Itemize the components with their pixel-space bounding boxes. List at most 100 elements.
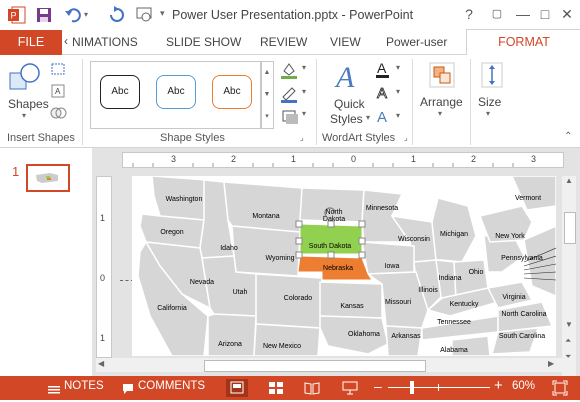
scroll-left-icon[interactable]: ◀ [98, 359, 104, 368]
arrange-button[interactable]: Arrange [420, 95, 463, 109]
scroll-thumb[interactable] [204, 360, 426, 372]
state-label: New York [495, 233, 525, 240]
dropdown-icon[interactable]: ▾ [396, 63, 400, 72]
ribbon-separator [82, 59, 83, 145]
shapes-button[interactable]: Shapes [8, 97, 49, 111]
tab-format[interactable]: FORMAT [466, 29, 580, 56]
state-label: Oregon [160, 229, 183, 236]
tab-view[interactable]: VIEW [330, 30, 361, 54]
dropdown-icon[interactable]: ▾ [396, 87, 400, 96]
next-slide-icon[interactable]: ⏷ [565, 352, 571, 362]
comments-icon[interactable] [122, 382, 134, 394]
zoom-out-button[interactable]: – [374, 378, 382, 394]
slide-show-icon[interactable] [342, 381, 358, 395]
customize-toolbar-icon[interactable]: ▾ [160, 8, 165, 19]
dialog-launcher-icon[interactable]: ⌟ [300, 133, 304, 142]
tab-power-user[interactable]: Power-user [386, 30, 447, 54]
svg-text:A: A [377, 60, 387, 76]
shape-fill-icon[interactable] [280, 61, 300, 79]
state-label: Illinois [418, 287, 438, 294]
notes-button[interactable]: NOTES [64, 380, 104, 392]
reading-view-icon[interactable] [304, 381, 320, 395]
quick-styles-icon[interactable]: A [334, 59, 364, 94]
shape-effects-icon[interactable] [280, 107, 300, 125]
text-fill-icon[interactable]: A [374, 59, 394, 79]
edit-shape-icon[interactable] [50, 61, 68, 77]
size-button[interactable]: Size [478, 95, 501, 109]
shapes-dropdown-icon[interactable]: ▾ [22, 111, 26, 120]
size-icon[interactable] [480, 61, 504, 89]
quick-styles-dropdown-icon[interactable]: ▾ [366, 113, 370, 122]
zoom-slider-track[interactable] [388, 387, 490, 388]
slide-thumbnail[interactable] [26, 164, 70, 192]
maximize-button[interactable]: □ [534, 4, 556, 24]
gallery-scroll[interactable]: ▲ ▼ ▾ [260, 61, 274, 129]
state-label: Kansas [340, 303, 364, 310]
zoom-level[interactable]: 60% [512, 380, 535, 392]
dropdown-icon[interactable]: ▾ [302, 109, 306, 118]
state-label: Ohio [469, 269, 484, 276]
ribbon-display-button[interactable]: ▢ [486, 4, 508, 24]
state-label: Indiana [439, 275, 462, 282]
zoom-slider-thumb[interactable] [410, 381, 414, 394]
selected-state-label: South Dakota [309, 243, 352, 250]
slide-sorter-icon[interactable] [268, 381, 284, 395]
present-icon[interactable] [136, 6, 154, 24]
tab-slide-show[interactable]: SLIDE SHOW [166, 30, 241, 54]
text-box-icon[interactable]: A [50, 83, 68, 99]
previous-slide-icon[interactable]: ⏶ [565, 336, 571, 346]
scroll-down-icon[interactable]: ▼ [565, 320, 573, 329]
zoom-in-button[interactable]: + [494, 377, 503, 394]
dropdown-icon[interactable]: ▾ [396, 111, 400, 120]
shape-style-blue[interactable]: Abc [156, 75, 196, 109]
collapse-ribbon-icon[interactable]: ⌃ [564, 131, 572, 142]
tab-animations[interactable]: NIMATIONS [72, 30, 138, 54]
ruler-mark: 1 [411, 154, 417, 164]
merge-shapes-icon[interactable] [50, 105, 68, 121]
close-button[interactable]: ✕ [556, 4, 578, 24]
scroll-up-icon[interactable]: ▲ [565, 176, 573, 185]
arrange-dropdown-icon[interactable]: ▾ [438, 109, 442, 118]
minimize-button[interactable]: — [512, 4, 534, 24]
help-button[interactable]: ? [458, 4, 480, 24]
undo-dropdown-icon[interactable]: ▾ [84, 10, 88, 19]
normal-view-icon[interactable] [226, 379, 248, 397]
tab-file[interactable]: FILE [0, 30, 62, 55]
dropdown-icon[interactable]: ▾ [302, 87, 306, 96]
state-label: Alabama [440, 347, 468, 354]
ruler-mark: 0 [351, 154, 357, 164]
state-label: Kentucky [450, 301, 479, 308]
state-label: New Mexico [263, 343, 301, 350]
shapes-gallery-icon[interactable] [8, 61, 44, 95]
svg-text:P: P [11, 11, 17, 21]
shape-outline-icon[interactable] [280, 85, 300, 103]
notes-icon[interactable] [48, 382, 60, 394]
vertical-scrollbar[interactable]: ▲ ▼ ⏶ ⏷ [562, 176, 576, 376]
state-label: Wisconsin [398, 236, 430, 243]
tab-scroll-left-icon[interactable]: ‹ [64, 34, 68, 48]
state-label: California [157, 305, 187, 312]
shape-style-black[interactable]: Abc [100, 75, 140, 109]
text-outline-icon[interactable]: A [374, 83, 394, 103]
size-dropdown-icon[interactable]: ▾ [486, 109, 490, 118]
scroll-right-icon[interactable]: ▶ [548, 359, 554, 368]
undo-icon[interactable] [64, 6, 82, 24]
comments-button[interactable]: COMMENTS [138, 380, 205, 392]
save-icon[interactable] [36, 7, 52, 23]
dialog-launcher-icon[interactable]: ⌟ [404, 133, 408, 142]
scroll-thumb[interactable] [564, 212, 576, 244]
tab-review[interactable]: REVIEW [260, 30, 307, 54]
dropdown-icon[interactable]: ▾ [302, 63, 306, 72]
svg-text:A: A [377, 85, 387, 102]
title-bar: P ▾ ▾ Power User Presentation.pptx - Pow… [0, 0, 580, 30]
horizontal-scrollbar[interactable]: ◀ ▶ [96, 358, 562, 372]
text-effects-icon[interactable]: A [374, 107, 394, 127]
redo-icon[interactable] [108, 6, 126, 24]
state-label: Missouri [385, 299, 412, 306]
quick-styles-label-2[interactable]: Styles [330, 112, 363, 126]
arrange-icon[interactable] [428, 61, 456, 89]
fit-slide-icon[interactable] [552, 380, 568, 396]
slide[interactable]: Washington Oregon Idaho Montana Wyoming … [132, 176, 556, 356]
quick-styles-label-1[interactable]: Quick [334, 97, 365, 111]
shape-style-orange[interactable]: Abc [212, 75, 252, 109]
